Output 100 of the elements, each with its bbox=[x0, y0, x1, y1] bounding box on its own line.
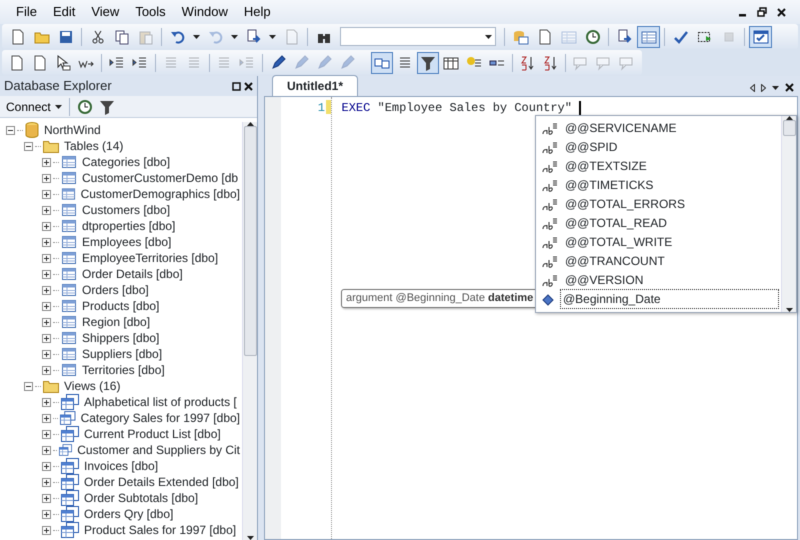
menu-item[interactable]: Help bbox=[236, 2, 279, 22]
expander-icon[interactable] bbox=[42, 350, 51, 358]
menu-item[interactable]: View bbox=[83, 2, 128, 22]
expander-icon[interactable] bbox=[42, 318, 51, 326]
tree-item[interactable]: Categories [dbo] bbox=[80, 153, 172, 171]
dropdown-icon[interactable] bbox=[772, 86, 779, 90]
caret-icon[interactable] bbox=[54, 104, 62, 108]
scrollbar[interactable] bbox=[781, 116, 796, 312]
scroll-left-icon[interactable] bbox=[750, 84, 755, 92]
tree-item[interactable]: Views (16) bbox=[62, 377, 122, 395]
expander-icon[interactable] bbox=[42, 254, 51, 262]
tree-item[interactable]: Orders [dbo] bbox=[80, 281, 151, 299]
menu-item[interactable]: Edit bbox=[44, 2, 84, 22]
tree-item[interactable]: CustomerDemographics [dbo] bbox=[78, 185, 242, 203]
caret-icon[interactable] bbox=[193, 34, 200, 38]
expander-icon[interactable] bbox=[42, 366, 51, 374]
scroll-thumb[interactable] bbox=[244, 126, 256, 356]
tree-item[interactable]: Product Sales for 1997 [dbo] bbox=[82, 521, 238, 539]
toolbar-button[interactable] bbox=[416, 52, 438, 74]
expander-icon[interactable] bbox=[42, 446, 51, 454]
expander-icon[interactable] bbox=[42, 270, 51, 278]
menu-item[interactable]: File bbox=[8, 2, 45, 22]
completion-item[interactable]: @@VERSION bbox=[562, 270, 646, 290]
completion-item[interactable]: @@TRANCOUNT bbox=[562, 250, 668, 270]
tree-item[interactable]: Employees [dbo] bbox=[80, 233, 174, 251]
expander-icon[interactable] bbox=[42, 478, 51, 486]
expander-icon[interactable] bbox=[42, 190, 51, 198]
expander-icon[interactable] bbox=[24, 382, 33, 390]
tree-item[interactable]: Order Subtotals [dbo] bbox=[82, 489, 200, 507]
expander-icon[interactable] bbox=[42, 414, 51, 422]
expander-icon[interactable] bbox=[42, 398, 51, 406]
scroll-down-icon[interactable] bbox=[786, 308, 792, 312]
close-icon[interactable] bbox=[785, 83, 794, 92]
tree-item[interactable]: Current Product List [dbo] bbox=[82, 425, 223, 443]
scrollbar[interactable] bbox=[242, 122, 257, 540]
expander-icon[interactable] bbox=[42, 510, 51, 518]
table-icon bbox=[61, 315, 77, 329]
tree-item[interactable]: Customer and Suppliers by Cit bbox=[75, 441, 242, 459]
document-tab[interactable]: Untitled1* bbox=[272, 75, 358, 96]
expander-icon[interactable] bbox=[42, 526, 51, 534]
tree-item[interactable]: Shippers [dbo] bbox=[80, 329, 162, 347]
completion-item[interactable]: @@SPID bbox=[562, 136, 620, 156]
completion-item[interactable]: @Beginning_Date bbox=[560, 288, 779, 308]
tree-item[interactable]: Order Details Extended [dbo] bbox=[82, 473, 241, 491]
caret-icon[interactable] bbox=[231, 34, 238, 38]
expander-icon[interactable] bbox=[42, 430, 51, 438]
caret-icon[interactable] bbox=[485, 34, 492, 38]
scroll-right-icon[interactable] bbox=[761, 84, 766, 92]
tree-item[interactable]: Alphabetical list of products [ bbox=[82, 393, 239, 411]
indent-icon bbox=[239, 54, 256, 70]
variable-icon bbox=[542, 196, 558, 210]
tree-item[interactable]: CustomerCustomerDemo [db bbox=[80, 169, 240, 187]
view-icon bbox=[61, 506, 79, 522]
table-icon bbox=[61, 155, 77, 169]
close-icon[interactable] bbox=[244, 82, 253, 90]
expander-icon[interactable] bbox=[42, 158, 51, 166]
expander-icon[interactable] bbox=[42, 222, 51, 230]
document-icon bbox=[32, 54, 48, 70]
toolbar-button[interactable] bbox=[370, 52, 392, 74]
completion-item[interactable]: @@TIMETICKS bbox=[562, 174, 656, 194]
completion-item[interactable]: @@TOTAL_ERRORS bbox=[562, 194, 688, 214]
close-icon[interactable] bbox=[777, 8, 786, 16]
connect-button[interactable]: Connect bbox=[4, 98, 53, 116]
table-icon bbox=[61, 251, 77, 265]
caret-icon[interactable] bbox=[269, 34, 276, 38]
tree-item[interactable]: Suppliers [dbo] bbox=[80, 345, 164, 363]
tree-item[interactable]: Invoices [dbo] bbox=[82, 457, 160, 475]
expander-icon[interactable] bbox=[42, 462, 51, 470]
pencil-icon bbox=[339, 54, 355, 70]
scroll-thumb[interactable] bbox=[782, 120, 796, 136]
tree-item[interactable]: Region [dbo] bbox=[80, 313, 152, 331]
tree-item[interactable]: Orders Qry [dbo] bbox=[82, 505, 176, 523]
completion-item[interactable]: @@TOTAL_WRITE bbox=[562, 232, 676, 252]
tree-item[interactable]: dtproperties [dbo] bbox=[80, 217, 178, 235]
float-icon[interactable] bbox=[232, 82, 241, 90]
menu-item[interactable]: Window bbox=[174, 2, 236, 22]
tree-item[interactable]: Tables (14) bbox=[62, 137, 126, 155]
expander-icon[interactable] bbox=[42, 494, 51, 502]
expander-icon[interactable] bbox=[42, 238, 51, 246]
expander-icon[interactable] bbox=[42, 286, 51, 294]
tree-item[interactable]: Products [dbo] bbox=[80, 297, 162, 315]
expander-icon[interactable] bbox=[6, 126, 15, 134]
expander-icon[interactable] bbox=[42, 174, 51, 182]
tree-item[interactable]: Customers [dbo] bbox=[80, 201, 172, 219]
tree-item[interactable]: Territories [dbo] bbox=[80, 361, 167, 379]
completion-item[interactable]: @@TEXTSIZE bbox=[562, 156, 650, 176]
expander-icon[interactable] bbox=[24, 142, 33, 150]
expander-icon[interactable] bbox=[42, 334, 51, 342]
tree-item[interactable]: Category Sales for 1997 [dbo] bbox=[78, 409, 242, 427]
tree-item[interactable]: NorthWind bbox=[42, 122, 103, 139]
toolbar-button[interactable] bbox=[749, 26, 772, 48]
expander-icon[interactable] bbox=[42, 302, 51, 310]
expander-icon[interactable] bbox=[42, 206, 51, 214]
restore-icon[interactable] bbox=[757, 7, 767, 17]
tree-item[interactable]: EmployeeTerritories [dbo] bbox=[80, 249, 220, 267]
tree-item[interactable]: Order Details [dbo] bbox=[80, 265, 185, 283]
menu-item[interactable]: Tools bbox=[127, 2, 174, 22]
scroll-down-icon[interactable] bbox=[246, 536, 254, 540]
completion-item[interactable]: @@SERVICENAME bbox=[562, 118, 680, 138]
completion-item[interactable]: @@TOTAL_READ bbox=[562, 212, 670, 232]
